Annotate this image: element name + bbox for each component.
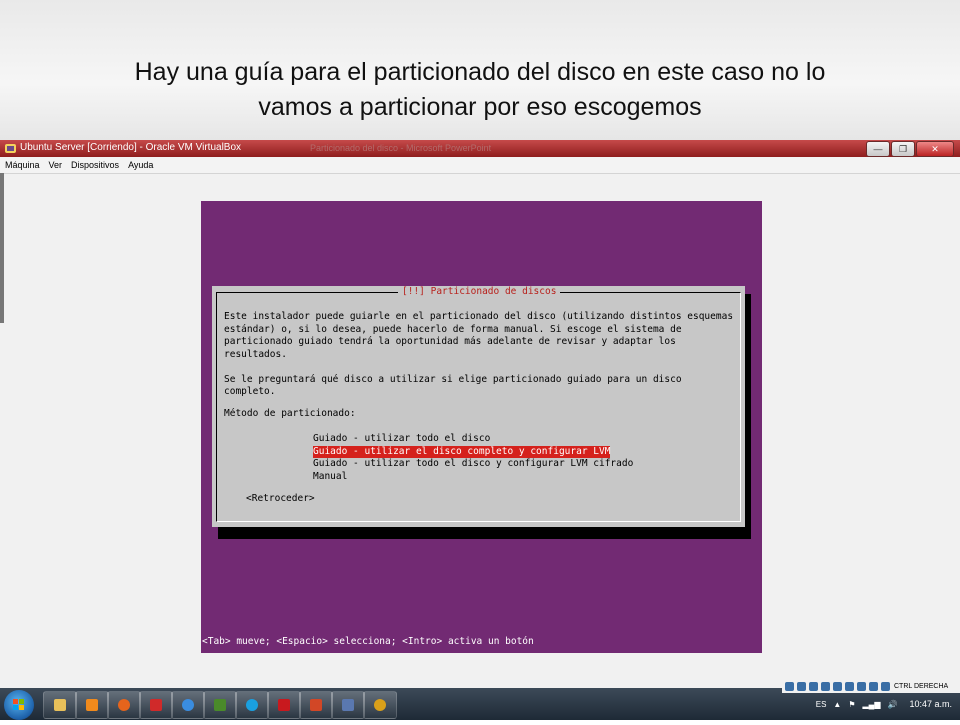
media-player-icon <box>86 699 98 711</box>
chrome-icon <box>374 699 386 711</box>
option-guided-lvm[interactable]: Guiado - utilizar el disco completo y co… <box>313 445 611 458</box>
taskbar-app-dreamweaver[interactable] <box>203 691 237 719</box>
option-guided-lvm-encrypted[interactable]: Guiado - utilizar todo el disco y config… <box>313 458 633 471</box>
vm-screen[interactable]: [!!] Particionado de discos Este instala… <box>201 201 762 653</box>
virtualbox-icon <box>342 699 354 711</box>
restore-icon: ❐ <box>898 144 908 154</box>
acrobat-icon <box>278 699 290 711</box>
language-indicator[interactable]: ES <box>816 700 827 709</box>
description-line: particionado guiado tendrá la oportunida… <box>224 336 676 347</box>
taskbar-app-chrome[interactable] <box>363 691 397 719</box>
flag-icon[interactable]: ⚑ <box>848 700 855 709</box>
cd-icon <box>797 681 806 691</box>
taskbar-app-foxit[interactable] <box>139 691 173 719</box>
slide-caption: Hay una guía para el particionado del di… <box>0 0 960 140</box>
menu-bar: Máquina Ver Dispositivos Ayuda <box>0 157 960 174</box>
option-guided-full-disk[interactable]: Guiado - utilizar todo el disco <box>313 433 490 446</box>
dreamweaver-icon <box>214 699 226 711</box>
restore-button[interactable]: ❐ <box>891 141 915 157</box>
taskbar-app-skype[interactable] <box>235 691 269 719</box>
dialog-title: [!!] Particionado de discos <box>398 286 561 299</box>
description-line: completo. <box>224 386 276 397</box>
menu-maquina[interactable]: Máquina <box>0 157 44 173</box>
taskbar-app-virtualbox[interactable] <box>331 691 365 719</box>
menu-ayuda[interactable]: Ayuda <box>123 157 157 173</box>
partition-dialog: [!!] Particionado de discos Este instala… <box>212 286 745 527</box>
hard-disk-icon <box>785 681 794 691</box>
taskbar-app-media-player[interactable] <box>75 691 109 719</box>
window-title: Ubuntu Server [Corriendo] - Oracle VM Vi… <box>20 142 242 153</box>
description-line: resultados. <box>224 348 287 360</box>
background-window-title: Particionado del disco - Microsoft Power… <box>310 143 492 153</box>
close-button[interactable]: ✕ <box>916 141 954 157</box>
menu-ver[interactable]: Ver <box>44 157 67 173</box>
keyboard-hint: <Tab> mueve; <Espacio> selecciona; <Intr… <box>202 636 534 647</box>
description-line: Se le preguntará qué disco a utilizar si… <box>224 373 682 385</box>
description-line: estándar) o, si lo desea, puede hacerlo … <box>224 323 682 335</box>
caption-line-2: vamos a particionar por eso escogemos <box>258 93 702 121</box>
taskbar: CTRL DERECHA ES ▲ ⚑ ▂▄▆ 🔊 10:47 a.m. <box>0 679 960 720</box>
title-bar[interactable]: Ubuntu Server [Corriendo] - Oracle VM Vi… <box>0 140 960 157</box>
firefox-icon <box>118 699 130 711</box>
clock[interactable]: 10:47 a.m. <box>909 699 952 709</box>
close-icon: ✕ <box>931 144 939 154</box>
start-button[interactable] <box>4 690 34 720</box>
show-hidden-icons-icon[interactable]: ▲ <box>833 700 841 709</box>
skype-icon <box>246 699 258 711</box>
volume-icon[interactable]: 🔊 <box>888 700 898 709</box>
taskbar-app-powerpoint[interactable] <box>299 691 333 719</box>
taskbar-app-folder[interactable] <box>43 691 77 719</box>
menu-dispositivos[interactable]: Dispositivos <box>66 157 123 173</box>
caption-line-1: Hay una guía para el particionado del di… <box>134 58 826 86</box>
caption-text: Hay una guía para el particionado del di… <box>40 55 920 125</box>
option-manual[interactable]: Manual <box>313 471 347 484</box>
taskbar-app-ie[interactable] <box>171 691 205 719</box>
taskbar-app-acrobat[interactable] <box>267 691 301 719</box>
folder-icon <box>54 699 66 711</box>
foxit-icon <box>150 699 162 711</box>
taskbar-app-firefox[interactable] <box>107 691 141 719</box>
network-signal-icon[interactable]: ▂▄▆ <box>863 700 881 709</box>
minimize-button[interactable]: — <box>866 141 890 157</box>
system-tray: ES ▲ ⚑ ▂▄▆ 🔊 10:47 a.m. <box>809 688 952 720</box>
windows-logo-icon <box>13 699 24 710</box>
method-label: Método de particionado: <box>224 408 356 419</box>
window-controls: — ❐ ✕ <box>865 141 954 157</box>
powerpoint-icon <box>310 699 322 711</box>
virtualbox-window: Ubuntu Server [Corriendo] - Oracle VM Vi… <box>0 140 960 688</box>
virtualbox-app-icon <box>5 144 16 153</box>
ie-icon <box>182 699 194 711</box>
minimize-icon: — <box>873 144 883 154</box>
back-button[interactable]: <Retroceder> <box>246 493 315 506</box>
window-edge <box>0 173 4 323</box>
description-line: Este instalador puede guiarle en el part… <box>224 311 734 322</box>
